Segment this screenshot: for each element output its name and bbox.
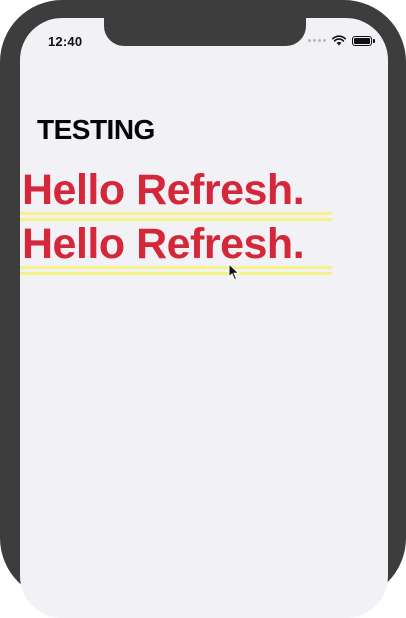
highlight-bar	[20, 212, 332, 215]
notch	[104, 18, 306, 46]
status-time: 12:40	[48, 34, 83, 49]
battery-icon	[352, 35, 375, 46]
wifi-icon	[332, 35, 346, 46]
hello-text-2: Hello Refresh.	[22, 220, 305, 268]
cellular-dots-icon	[308, 39, 326, 42]
mouse-pointer-icon	[228, 262, 240, 286]
status-icons	[308, 35, 375, 46]
hello-text-1: Hello Refresh.	[22, 166, 305, 214]
highlight-bar	[20, 272, 332, 275]
highlight-bar	[20, 266, 332, 269]
page-title: TESTING	[37, 114, 155, 145]
screen: 12:40 TESTING Hello Refresh. Hello Refre…	[20, 18, 388, 618]
device-frame: 12:40 TESTING Hello Refresh. Hello Refre…	[0, 0, 406, 618]
